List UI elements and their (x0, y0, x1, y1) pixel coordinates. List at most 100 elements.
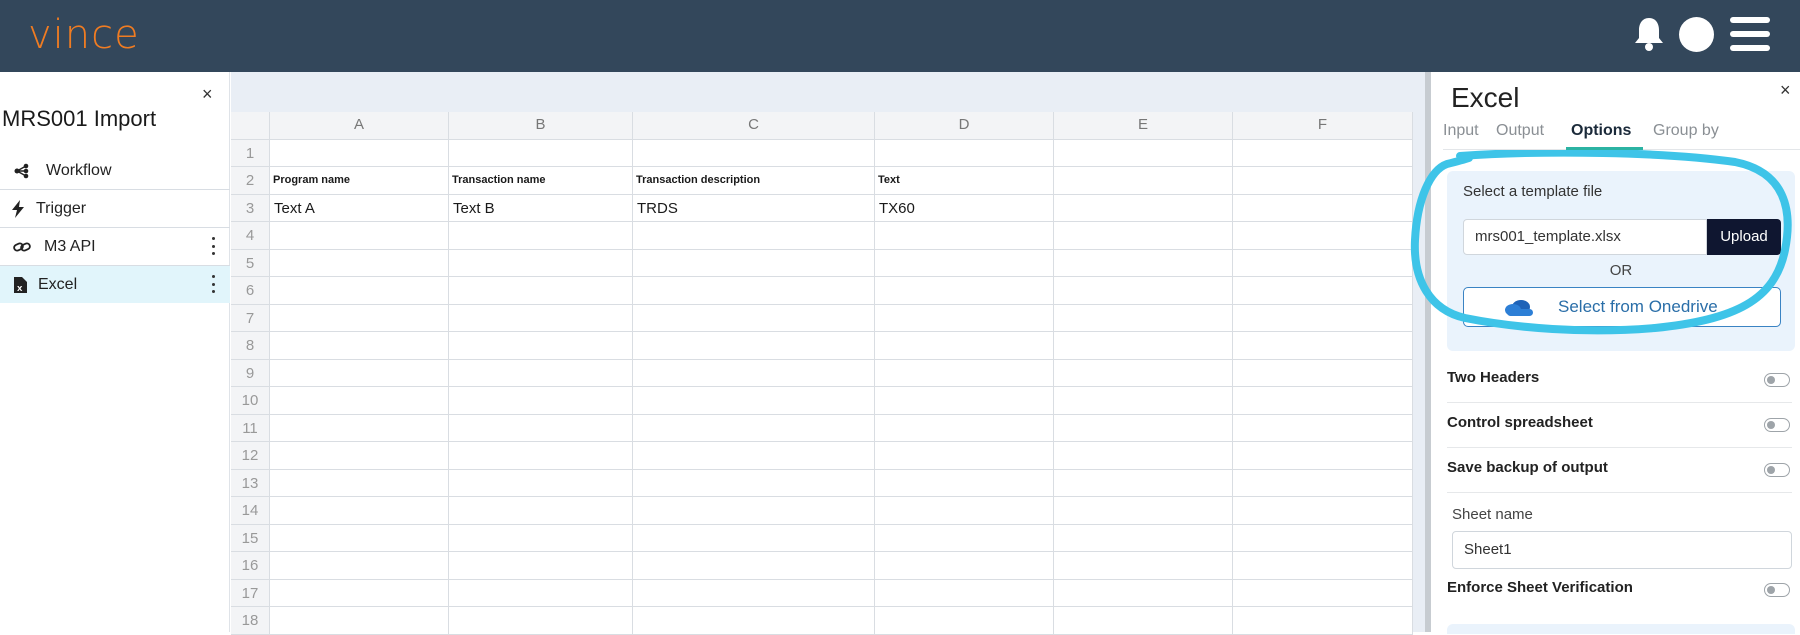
spreadsheet-cell[interactable] (270, 442, 449, 470)
spreadsheet-cell[interactable] (633, 139, 875, 167)
spreadsheet-cell[interactable] (1054, 222, 1233, 250)
spreadsheet-cell[interactable] (1054, 387, 1233, 415)
spreadsheet-cell[interactable] (449, 579, 633, 607)
spreadsheet-cell[interactable] (1233, 607, 1413, 635)
spreadsheet-cell[interactable] (1233, 469, 1413, 497)
row-number[interactable]: 6 (231, 277, 270, 305)
column-header[interactable]: E (1054, 112, 1233, 140)
spreadsheet-cell[interactable] (449, 332, 633, 360)
row-number[interactable]: 12 (231, 442, 270, 470)
spreadsheet-cell[interactable] (449, 442, 633, 470)
spreadsheet-cell[interactable] (449, 249, 633, 277)
vince-logo[interactable]: vince (28, 12, 140, 58)
spreadsheet-cell[interactable] (875, 579, 1054, 607)
spreadsheet-cell[interactable] (633, 414, 875, 442)
row-number[interactable]: 3 (231, 194, 270, 222)
row-number[interactable]: 17 (231, 579, 270, 607)
spreadsheet-cell[interactable] (1233, 414, 1413, 442)
spreadsheet-cell[interactable] (875, 277, 1054, 305)
spreadsheet-cell[interactable] (270, 332, 449, 360)
spreadsheet-cell[interactable] (1054, 277, 1233, 305)
row-number[interactable]: 2 (231, 167, 270, 195)
spreadsheet-cell[interactable] (449, 222, 633, 250)
user-avatar[interactable] (1679, 17, 1714, 52)
spreadsheet-cell[interactable] (449, 607, 633, 635)
spreadsheet-cell[interactable] (633, 359, 875, 387)
spreadsheet-cell[interactable] (875, 387, 1054, 415)
spreadsheet-cell[interactable] (1233, 387, 1413, 415)
row-number[interactable]: 1 (231, 139, 270, 167)
spreadsheet-cell[interactable] (875, 552, 1054, 580)
spreadsheet-cell[interactable] (875, 497, 1054, 525)
spreadsheet-cell[interactable] (1054, 414, 1233, 442)
row-number[interactable]: 14 (231, 497, 270, 525)
spreadsheet-cell[interactable] (270, 249, 449, 277)
row-number[interactable]: 5 (231, 249, 270, 277)
spreadsheet-cell[interactable] (1233, 194, 1413, 222)
spreadsheet-cell[interactable] (1054, 442, 1233, 470)
spreadsheet-cell[interactable] (875, 222, 1054, 250)
bell-icon[interactable] (1633, 16, 1665, 52)
close-icon[interactable]: × (202, 84, 213, 105)
spreadsheet-cell[interactable] (270, 387, 449, 415)
row-number[interactable]: 15 (231, 524, 270, 552)
spreadsheet-cell[interactable]: Text A (270, 194, 449, 222)
spreadsheet-cell[interactable] (633, 497, 875, 525)
tab-output[interactable]: Output (1496, 122, 1544, 140)
spreadsheet-cell[interactable] (1054, 552, 1233, 580)
spreadsheet-cell[interactable] (270, 552, 449, 580)
column-header[interactable]: D (875, 112, 1054, 140)
toggle-switch[interactable] (1764, 583, 1790, 597)
more-options-icon[interactable] (212, 275, 216, 293)
column-header[interactable]: B (449, 112, 633, 140)
row-number[interactable]: 7 (231, 304, 270, 332)
spreadsheet-cell[interactable] (633, 304, 875, 332)
tab-input[interactable]: Input (1443, 122, 1479, 140)
nav-item-excel[interactable]: X Excel (0, 266, 230, 303)
spreadsheet-cell[interactable] (1054, 249, 1233, 277)
upload-button[interactable]: Upload (1707, 219, 1781, 255)
spreadsheet-cell[interactable] (1233, 442, 1413, 470)
spreadsheet-cell[interactable] (875, 469, 1054, 497)
spreadsheet-cell[interactable] (270, 222, 449, 250)
spreadsheet-cell[interactable] (633, 442, 875, 470)
spreadsheet-cell[interactable] (270, 304, 449, 332)
spreadsheet-cell[interactable]: Text B (449, 194, 633, 222)
spreadsheet-cell[interactable]: TX60 (875, 194, 1054, 222)
spreadsheet-cell[interactable] (1054, 167, 1233, 195)
spreadsheet-cell[interactable] (1054, 469, 1233, 497)
spreadsheet-cell[interactable] (449, 414, 633, 442)
spreadsheet-cell[interactable] (1233, 139, 1413, 167)
column-header[interactable]: C (633, 112, 875, 140)
spreadsheet-cell[interactable] (1054, 359, 1233, 387)
spreadsheet-cell[interactable] (270, 139, 449, 167)
spreadsheet-cell[interactable] (270, 607, 449, 635)
hamburger-menu-icon[interactable] (1730, 17, 1770, 51)
spreadsheet-cell[interactable] (270, 497, 449, 525)
spreadsheet-cell[interactable] (1233, 222, 1413, 250)
spreadsheet-cell[interactable] (875, 139, 1054, 167)
spreadsheet-cell[interactable]: Program name (270, 167, 449, 195)
spreadsheet-cell[interactable] (633, 277, 875, 305)
spreadsheet-cell[interactable] (270, 359, 449, 387)
spreadsheet-cell[interactable] (875, 524, 1054, 552)
column-header[interactable]: F (1233, 112, 1413, 140)
spreadsheet-cell[interactable] (1233, 359, 1413, 387)
spreadsheet-cell[interactable]: Transaction description (633, 167, 875, 195)
toggle-switch[interactable] (1764, 463, 1790, 477)
spreadsheet-cell[interactable] (633, 524, 875, 552)
row-number[interactable]: 9 (231, 359, 270, 387)
spreadsheet-cell[interactable] (449, 139, 633, 167)
spreadsheet-cell[interactable] (875, 442, 1054, 470)
tab-options[interactable]: Options (1571, 122, 1631, 140)
spreadsheet-cell[interactable] (633, 579, 875, 607)
spreadsheet-cell[interactable] (633, 249, 875, 277)
spreadsheet-cell[interactable] (633, 387, 875, 415)
row-number[interactable]: 8 (231, 332, 270, 360)
spreadsheet-cell[interactable] (1054, 607, 1233, 635)
row-number[interactable]: 4 (231, 222, 270, 250)
spreadsheet-cell[interactable] (1054, 139, 1233, 167)
corner-cell[interactable] (231, 112, 270, 140)
spreadsheet-cell[interactable] (270, 524, 449, 552)
spreadsheet-cell[interactable] (875, 249, 1054, 277)
